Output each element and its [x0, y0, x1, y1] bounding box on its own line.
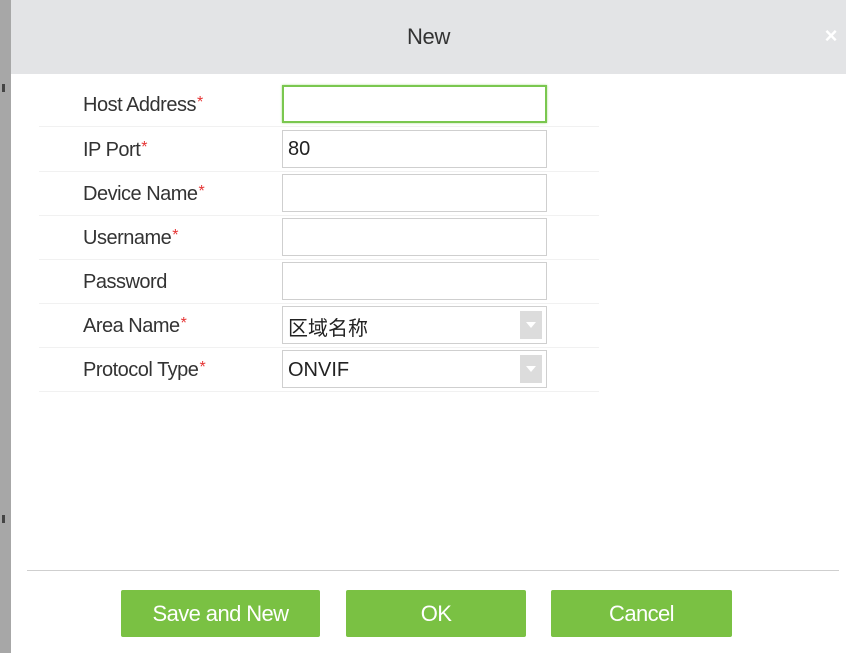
- required-mark: *: [172, 227, 178, 244]
- form-row-device-name: Device Name*: [39, 171, 599, 216]
- background-edge: [0, 0, 11, 653]
- device-name-label: Device Name*: [83, 183, 205, 205]
- chevron-down-icon[interactable]: [520, 311, 542, 339]
- required-mark: *: [180, 315, 187, 332]
- save-and-new-button[interactable]: Save and New: [121, 590, 320, 637]
- ip-port-label: IP Port*: [83, 139, 148, 161]
- area-name-label: Area Name*: [83, 315, 187, 337]
- form-row-protocol-type: Protocol Type* ONVIF: [39, 347, 599, 392]
- close-icon[interactable]: ×: [820, 24, 842, 48]
- area-name-select[interactable]: 区域名称: [282, 306, 547, 344]
- dialog-titlebar: New ×: [11, 0, 846, 74]
- area-name-selected-value: 区域名称: [288, 317, 368, 340]
- protocol-type-label: Protocol Type*: [83, 359, 206, 381]
- required-mark: *: [141, 139, 148, 156]
- new-device-dialog: New × Host Address* IP Port* Device Name…: [11, 0, 846, 653]
- cancel-button[interactable]: Cancel: [551, 590, 732, 637]
- dialog-title: New: [406, 24, 451, 49]
- username-input[interactable]: [282, 218, 547, 256]
- required-mark: *: [198, 183, 205, 200]
- ok-button[interactable]: OK: [346, 590, 526, 637]
- form-row-username: Username*: [39, 215, 599, 260]
- password-label: Password: [83, 271, 167, 293]
- password-input[interactable]: [282, 262, 547, 300]
- form-row-area-name: Area Name* 区域名称: [39, 303, 599, 348]
- host-address-input[interactable]: [282, 85, 547, 123]
- form-row-ip-port: IP Port*: [39, 127, 599, 172]
- device-name-input[interactable]: [282, 174, 547, 212]
- protocol-type-selected-value: ONVIF: [288, 358, 350, 381]
- background-edge-mark: [2, 515, 5, 523]
- chevron-down-icon[interactable]: [520, 355, 542, 383]
- form-row-host-address: Host Address*: [39, 82, 599, 127]
- footer-divider: [27, 570, 839, 571]
- ip-port-input[interactable]: [282, 130, 547, 168]
- background-edge-mark: [2, 84, 5, 92]
- host-address-label: Host Address*: [83, 94, 203, 116]
- required-mark: *: [199, 359, 206, 376]
- required-mark: *: [196, 94, 203, 111]
- username-label: Username*: [83, 227, 178, 249]
- protocol-type-select[interactable]: ONVIF: [282, 350, 547, 388]
- form-row-password: Password: [39, 259, 599, 304]
